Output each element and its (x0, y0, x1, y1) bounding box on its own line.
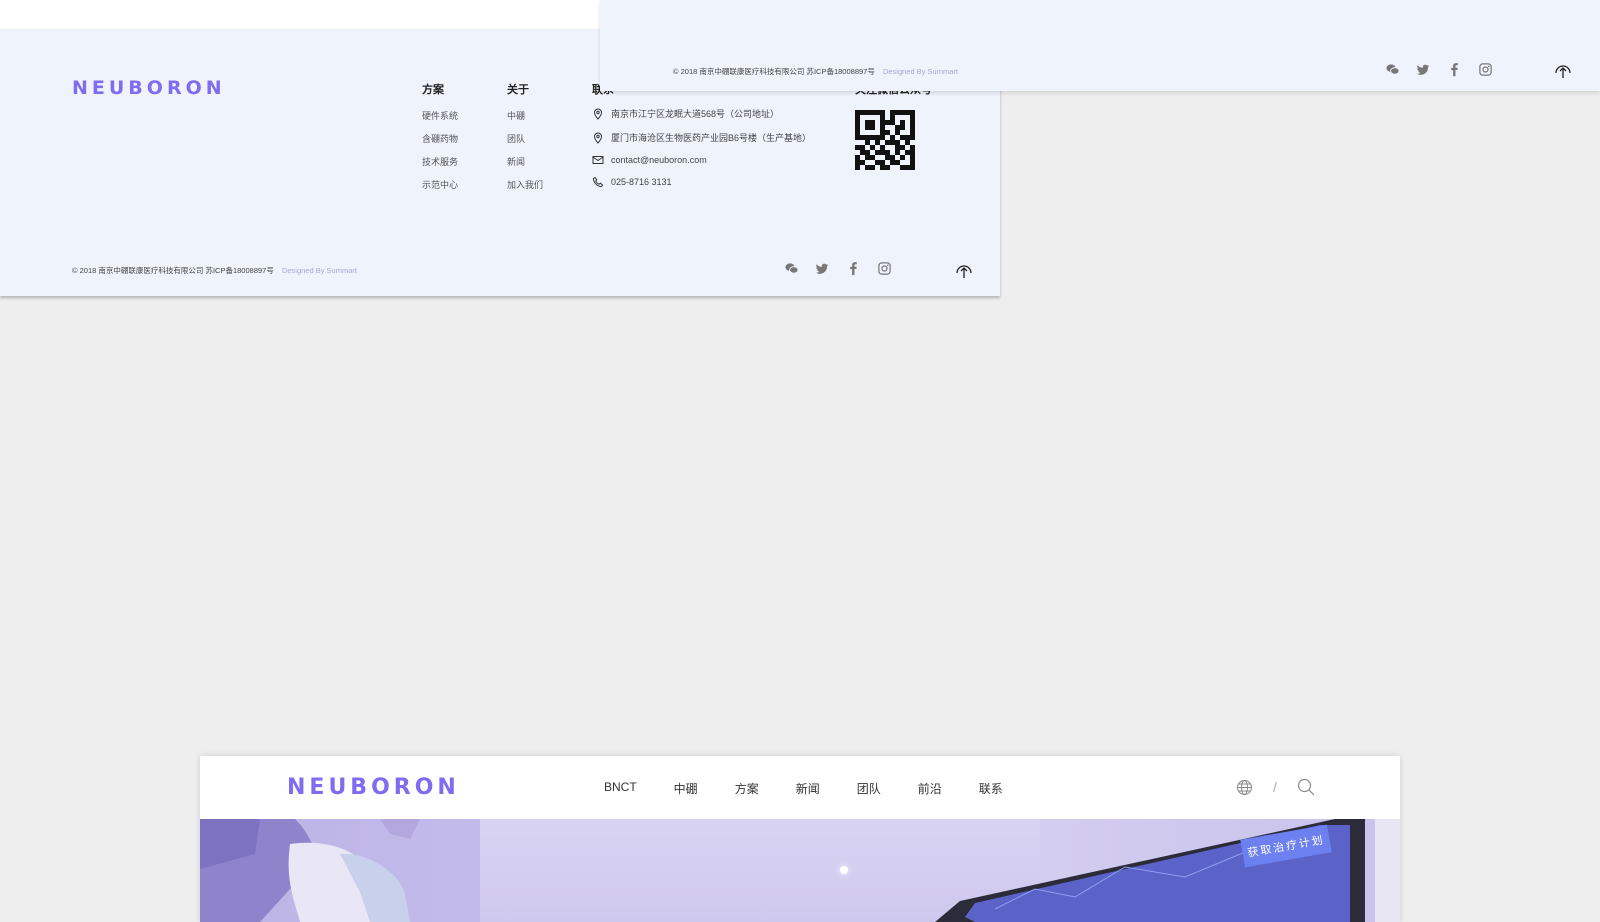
twitter-icon[interactable] (815, 261, 830, 276)
nav-item-frontier[interactable]: 前沿 (918, 780, 942, 797)
wechat-icon[interactable] (1385, 62, 1400, 77)
contact-factory-row: 厦门市海沧区生物医药产业园B6号楼（生产基地） (592, 131, 811, 144)
overlay-copyright: © 2018 南京中硼联康医疗科技有限公司 苏ICP备18008897号 Des… (673, 66, 958, 77)
ceiling-light (840, 866, 848, 874)
globe-icon[interactable] (1236, 779, 1253, 796)
location-icon (593, 107, 603, 120)
footer-copyright: © 2018 南京中硼联康医疗科技有限公司 苏ICP备18008897号 Des… (72, 265, 357, 276)
main-nav: BNCT 中硼 方案 新闻 团队 前沿 联系 (604, 780, 1003, 797)
monitor-screen (935, 819, 1400, 922)
instagram-icon[interactable] (1478, 62, 1493, 77)
twitter-icon[interactable] (1416, 62, 1431, 77)
contact-email-row[interactable]: contact@neuboron.com (592, 154, 707, 166)
footer-link[interactable]: 中硼 (507, 109, 525, 122)
designer-credit[interactable]: Designed By Summart (883, 67, 958, 76)
contact-address-text: 南京市江宁区龙眠大道568号（公司地址） (611, 109, 780, 119)
nav-item-solutions[interactable]: 方案 (735, 780, 759, 797)
footer-link[interactable]: 示范中心 (422, 178, 458, 191)
contact-address-row: 南京市江宁区龙眠大道568号（公司地址） (592, 107, 779, 120)
tool-separator: / (1273, 779, 1277, 795)
wechat-qr-code (855, 110, 915, 170)
footer-link[interactable]: 新闻 (507, 155, 525, 168)
nav-item-neuboron[interactable]: 中硼 (674, 780, 698, 797)
contact-phone-row: 025-8716 3131 (592, 176, 672, 188)
footer-column-title-solutions: 方案 (422, 84, 444, 96)
upload-arrow-icon[interactable] (1554, 62, 1572, 80)
mail-icon (592, 156, 604, 164)
footer-link[interactable]: 加入我们 (507, 178, 543, 191)
footer-link[interactable]: 技术服务 (422, 155, 458, 168)
social-links (784, 261, 892, 276)
copyright-text: © 2018 南京中硼联康医疗科技有限公司 苏ICP备18008897号 (673, 67, 875, 76)
footer-link[interactable]: 团队 (507, 132, 525, 145)
instagram-icon[interactable] (877, 261, 892, 276)
social-links (1385, 62, 1493, 77)
footer-logo[interactable]: NEUBORON (72, 77, 226, 99)
footer-bar-preview: © 2018 南京中硼联康医疗科技有限公司 苏ICP备18008897号 Des… (600, 0, 1600, 91)
wechat-icon[interactable] (784, 261, 799, 276)
header-logo[interactable]: NEUBORON (287, 775, 460, 800)
nav-item-news[interactable]: 新闻 (796, 780, 820, 797)
upload-arrow-icon[interactable] (955, 262, 973, 280)
nav-item-bnct[interactable]: BNCT (604, 780, 637, 797)
nav-item-team[interactable]: 团队 (857, 780, 881, 797)
facebook-icon[interactable] (846, 261, 861, 276)
doctor-figure (200, 819, 420, 922)
location-icon (593, 131, 603, 144)
nav-item-contact[interactable]: 联系 (979, 780, 1003, 797)
hero-image: 获取治疗计划 (200, 819, 1400, 922)
header-preview: NEUBORON BNCT 中硼 方案 新闻 团队 前沿 联系 / 获取治疗计划 (200, 756, 1400, 922)
footer-link[interactable]: 含硼药物 (422, 132, 458, 145)
contact-email-text[interactable]: contact@neuboron.com (611, 155, 707, 165)
copyright-text: © 2018 南京中硼联康医疗科技有限公司 苏ICP备18008897号 (72, 266, 274, 275)
footer-column-title-about: 关于 (507, 84, 529, 96)
facebook-icon[interactable] (1447, 62, 1462, 77)
contact-phone-text: 025-8716 3131 (611, 177, 672, 187)
header-tools: / (1236, 778, 1315, 796)
contact-factory-text: 厦门市海沧区生物医药产业园B6号楼（生产基地） (611, 133, 812, 143)
site-header: NEUBORON BNCT 中硼 方案 新闻 团队 前沿 联系 / (200, 756, 1400, 819)
search-icon[interactable] (1297, 778, 1315, 796)
designer-credit[interactable]: Designed By Summart (282, 266, 357, 275)
page-top-strip (0, 0, 600, 29)
footer-link[interactable]: 硬件系统 (422, 109, 458, 122)
phone-icon (592, 176, 604, 188)
